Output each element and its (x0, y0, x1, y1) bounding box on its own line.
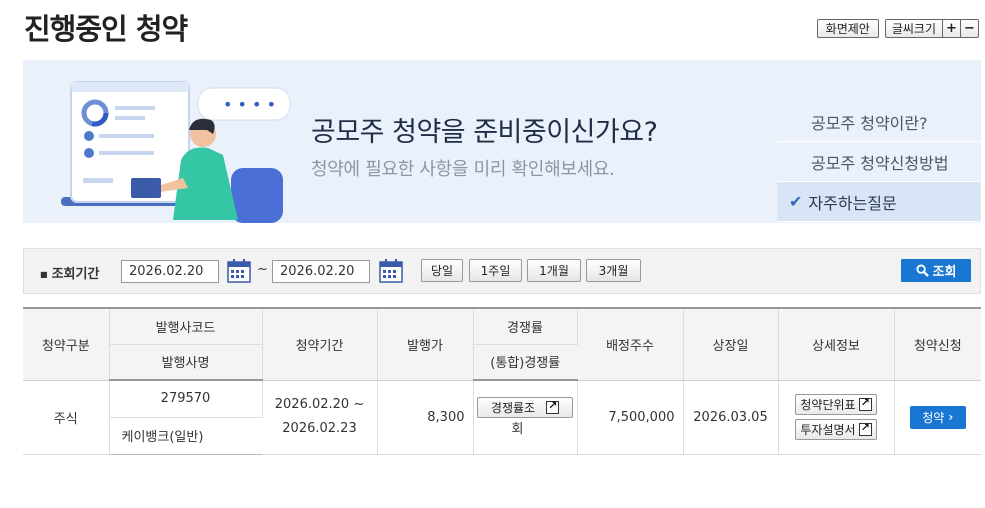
header-allocation: 배정주수 (577, 307, 684, 381)
header-issuer-name: 발행사명 (109, 344, 263, 381)
end-date-input[interactable]: 2026.02.20 (272, 260, 370, 283)
table-row: 주식 279570 2026.02.20 ~ 2026.02.23 8,300 … (23, 380, 981, 455)
header-period: 청약기간 (262, 307, 378, 381)
top-tools: 화면제안 글씨크기 + − (816, 19, 979, 38)
cell-type: 주식 (23, 380, 110, 455)
font-decrease-button[interactable]: − (960, 20, 978, 37)
cell-competition: 경쟁률조 회 (473, 380, 578, 455)
search-icon (915, 264, 929, 277)
ipo-guide-banner: • • • • 공모주 청약을 준비중이신가요? 청약에 필요한 사항을 미리 … (23, 60, 981, 223)
header-apply: 청약신청 (894, 307, 981, 381)
banner-headline: 공모주 청약을 준비중이신가요? (311, 117, 658, 148)
guide-menu: 공모주 청약이란? 공모주 청약신청방법 ✔ 자주하는질문 (777, 102, 981, 222)
banner-illustration: • • • • (61, 81, 291, 223)
header-type: 청약구분 (23, 307, 110, 381)
font-increase-button[interactable]: + (942, 20, 960, 37)
prospectus-button[interactable]: 투자설명서 (795, 419, 877, 440)
cell-issuer-code: 279570 (109, 380, 263, 418)
page-title: 진행중인 청약 (24, 12, 188, 46)
cell-period: 2026.02.20 ~ 2026.02.23 (262, 380, 378, 455)
cell-issuer-name: 케이뱅크(일반) (109, 417, 262, 455)
menu-item-what-is-ipo[interactable]: 공모주 청약이란? (777, 102, 981, 142)
menu-item-how-to-apply[interactable]: 공모주 청약신청방법 (777, 142, 981, 182)
calendar-icon[interactable] (379, 259, 403, 283)
header-price: 발행가 (377, 307, 474, 381)
apply-button[interactable]: 청약 › (909, 405, 966, 429)
header-competition: 경쟁률 (473, 307, 578, 345)
check-icon: ✔ (789, 192, 803, 211)
cell-allocation: 7,500,000 (577, 380, 684, 455)
font-size-control: 글씨크기 + − (884, 19, 979, 38)
screen-suggest-button[interactable]: 화면제안 (816, 19, 879, 38)
period-3month-button[interactable]: 3개월 (586, 259, 641, 282)
external-link-icon (546, 399, 560, 414)
header-detail: 상세정보 (778, 307, 895, 381)
cell-apply: 청약 › (894, 380, 981, 455)
banner-subtext: 청약에 필요한 사항을 미리 확인해보세요. (311, 159, 615, 180)
query-button[interactable]: 조회 (901, 259, 971, 282)
external-link-icon (858, 396, 872, 411)
menu-item-label: 자주하는질문 (808, 193, 897, 213)
header-listing: 상장일 (683, 307, 779, 381)
cell-listing: 2026.03.05 (683, 380, 779, 455)
menu-item-label: 공모주 청약신청방법 (811, 153, 949, 173)
chat-dots: • • • • (223, 95, 276, 114)
period-today-button[interactable]: 당일 (421, 259, 463, 282)
period-1month-button[interactable]: 1개월 (527, 259, 581, 282)
menu-item-label: 공모주 청약이란? (811, 113, 928, 133)
date-range-separator: ~ (257, 262, 268, 277)
header-competition-total: (통합)경쟁률 (473, 344, 577, 381)
cell-detail: 청약단위표 투자설명서 (778, 380, 895, 455)
start-date-input[interactable]: 2026.02.20 (121, 260, 219, 283)
search-panel: ■ 조회기간 2026.02.20 ~ 2026.02.20 당일 1주일 1개월… (23, 248, 981, 294)
chevron-right-icon: › (948, 410, 954, 424)
cell-price: 8,300 (377, 380, 474, 455)
external-link-icon (858, 421, 872, 436)
period-1week-button[interactable]: 1주일 (469, 259, 522, 282)
header-issuer-code: 발행사코드 (109, 307, 263, 345)
subscription-table: 청약구분 발행사코드 청약기간 발행가 경쟁률 배정주수 상장일 상세정보 청약… (23, 307, 981, 455)
competition-button-overflow: 회 (511, 422, 524, 437)
competition-view-button[interactable]: 경쟁률조 (477, 397, 573, 418)
menu-item-faq[interactable]: ✔ 자주하는질문 (777, 182, 981, 222)
font-size-label: 글씨크기 (891, 22, 936, 36)
unit-table-button[interactable]: 청약단위표 (795, 394, 877, 415)
calendar-icon[interactable] (227, 259, 251, 283)
search-period-label: ■ 조회기간 (40, 267, 100, 282)
